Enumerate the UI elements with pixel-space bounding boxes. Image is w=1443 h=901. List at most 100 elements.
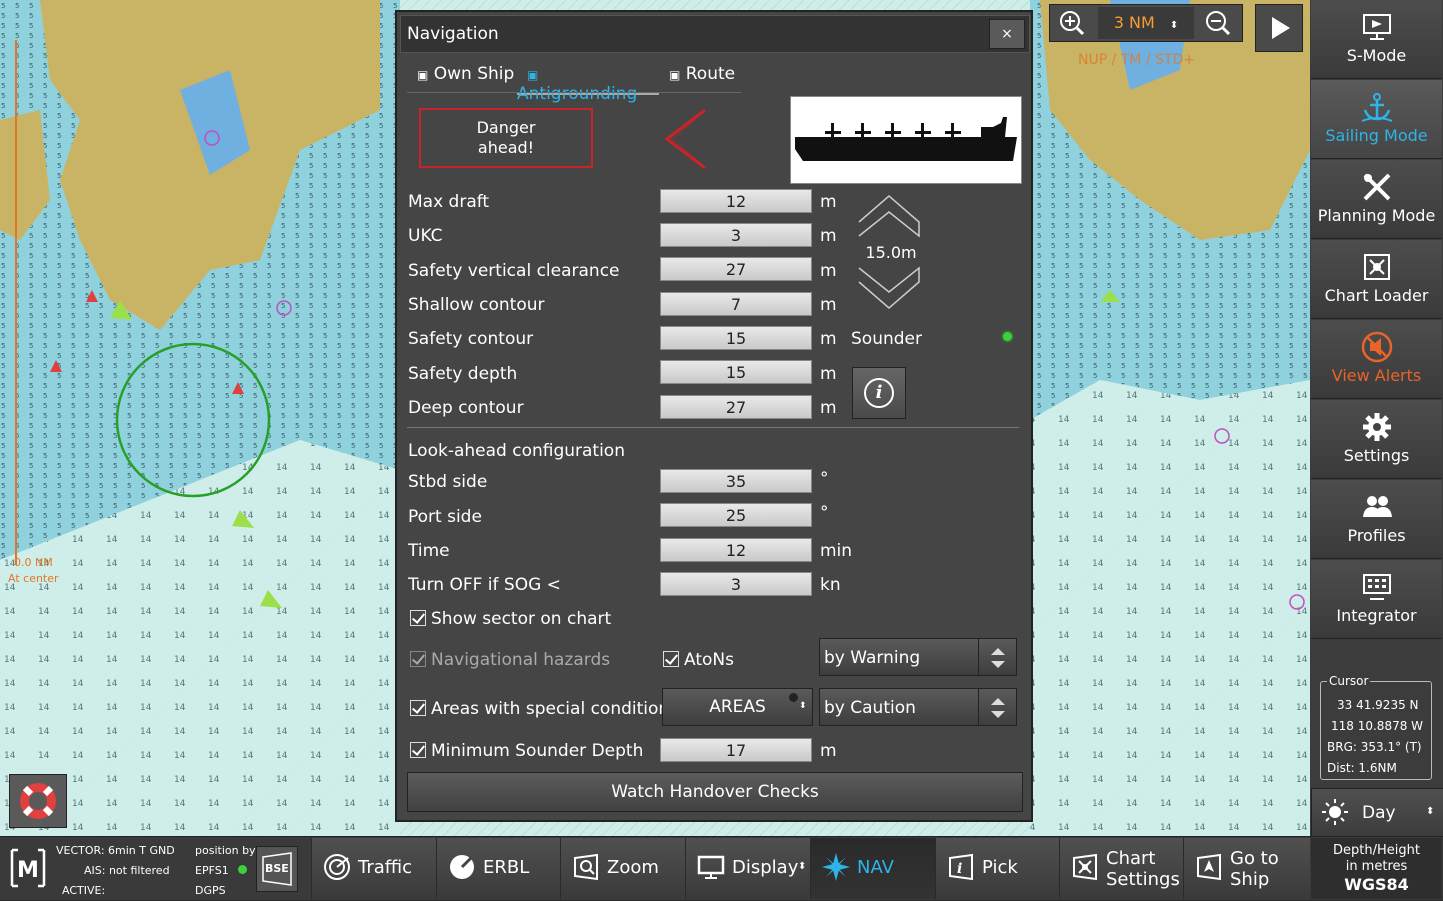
max-draft-label: Max draft: [408, 192, 490, 212]
range-value: 3 NM: [1113, 13, 1155, 32]
danger-chevron-icon: [664, 108, 706, 170]
s-mode-label: S-Mode: [1346, 46, 1407, 65]
bse-button[interactable]: BSE: [256, 846, 298, 892]
time-field[interactable]: 12: [660, 538, 812, 562]
sailing-mode-button[interactable]: Sailing Mode: [1311, 80, 1442, 159]
settings-button[interactable]: Settings: [1311, 400, 1442, 479]
ukc-field[interactable]: 3: [660, 223, 812, 247]
chart-loader-button[interactable]: Chart Loader: [1311, 240, 1442, 319]
zoom-in-button[interactable]: [1050, 5, 1096, 41]
min-sounder-unit: m: [820, 741, 837, 761]
planning-mode-label: Planning Mode: [1317, 206, 1436, 225]
depth-height-label: Depth/Height: [1333, 843, 1420, 858]
traffic-button[interactable]: Traffic: [311, 838, 436, 899]
depth-up-arrow-icon[interactable]: [855, 192, 923, 240]
depth-units-panel: Depth/Height in metres WGS84: [1311, 838, 1442, 899]
warning-level-select[interactable]: by Warning: [819, 638, 1017, 676]
erbl-label: ERBL: [483, 857, 530, 878]
vector-status: VECTOR: 6min T GND: [56, 844, 175, 857]
profiles-button[interactable]: Profiles: [1311, 480, 1442, 559]
safety-depth-field[interactable]: 15: [660, 360, 812, 384]
port-side-field[interactable]: 25: [660, 503, 812, 527]
nav-button[interactable]: NAV: [810, 838, 935, 899]
deep-contour-unit: m: [820, 398, 837, 418]
min-sounder-label: Minimum Sounder Depth: [431, 741, 644, 761]
danger-ahead-indicator: Danger ahead!: [419, 108, 593, 168]
at-center-label: At center: [8, 572, 59, 585]
man-overboard-button[interactable]: [9, 774, 67, 828]
depth-down-arrow-icon[interactable]: [855, 264, 923, 312]
stbd-side-field[interactable]: 35: [660, 469, 812, 493]
ukc-label: UKC: [408, 226, 443, 246]
show-sector-label: Show sector on chart: [431, 609, 612, 629]
dialog-titlebar: Navigation ×: [400, 15, 1030, 53]
chart-settings-icon: [1073, 853, 1097, 881]
tab-route-label: Route: [685, 64, 736, 84]
position-block: position by EPFS1 DGPS: [195, 841, 256, 901]
tab-own-ship[interactable]: ▣ Own Ship: [417, 64, 514, 92]
areas-button[interactable]: AREAS ⬍: [662, 688, 813, 726]
caution-level-select[interactable]: by Caution: [819, 688, 1017, 726]
ship-silhouette-icon: [795, 117, 1017, 161]
integrator-icon: [1362, 574, 1391, 600]
nav-label: NAV: [857, 857, 894, 878]
atons-checkbox[interactable]: [663, 651, 679, 667]
day-mode-select[interactable]: Day ⬍: [1311, 788, 1443, 837]
safety-contour-field[interactable]: 15: [660, 326, 812, 350]
integrator-button[interactable]: Integrator: [1311, 560, 1442, 639]
safety-vertical-clearance-field[interactable]: 27: [660, 257, 812, 281]
planning-mode-button[interactable]: Planning Mode: [1311, 160, 1442, 239]
min-sounder-checkbox[interactable]: [410, 742, 426, 758]
shallow-contour-field[interactable]: 7: [660, 292, 812, 316]
section-divider: [407, 427, 1019, 428]
cursor-info-panel: Cursor 33 41.9235 N 118 10.8878 W BRG: 3…: [1320, 674, 1432, 780]
expand-panel-button[interactable]: [1255, 4, 1303, 52]
settings-label: Settings: [1343, 446, 1410, 465]
position-by-label: position by: [195, 844, 256, 857]
erbl-button[interactable]: ERBL: [436, 838, 560, 899]
min-sounder-field[interactable]: 17: [660, 738, 812, 762]
pick-button[interactable]: i Pick: [935, 838, 1059, 899]
view-alerts-button[interactable]: View Alerts: [1311, 320, 1442, 399]
chart-settings-button[interactable]: Chart Settings: [1059, 838, 1183, 899]
monitor-icon: ▣: [417, 68, 429, 82]
planning-icon: [1363, 173, 1390, 201]
zoom-button[interactable]: Zoom: [560, 838, 685, 899]
pick-label: Pick: [982, 857, 1018, 878]
atons-label: AtoNs: [684, 650, 734, 670]
tab-antigrounding[interactable]: ▣ Antigrounding: [517, 64, 659, 104]
menu-logo-button[interactable]: M: [8, 844, 48, 892]
sounder-depth-value: 15.0m: [865, 243, 917, 262]
play-arrow-icon: [1272, 17, 1290, 39]
show-sector-checkbox[interactable]: [410, 610, 426, 626]
chart-mode-text: NUP / TM / STD+: [1078, 52, 1195, 68]
ship-profile: [790, 96, 1022, 184]
nav-hazards-label: Navigational hazards: [431, 650, 611, 670]
range-select[interactable]: 3 NM ⬍: [1098, 7, 1194, 39]
zoom-label: Zoom: [607, 857, 659, 878]
close-button[interactable]: ×: [989, 19, 1025, 49]
pick-icon: i: [949, 853, 973, 881]
warning-level-value: by Warning: [824, 648, 921, 668]
info-button[interactable]: i: [852, 367, 906, 419]
traffic-icon: [324, 854, 350, 880]
turn-off-sog-field[interactable]: 3: [660, 572, 812, 596]
epfs-label: EPFS1: [195, 864, 229, 877]
spinner-icon: ⬍: [798, 861, 807, 872]
areas-special-checkbox[interactable]: [410, 700, 426, 716]
watch-handover-label: Watch Handover Checks: [611, 782, 819, 802]
s-mode-button[interactable]: S-Mode: [1311, 0, 1442, 79]
nav-hazards-checkbox[interactable]: [410, 651, 426, 667]
info-icon: i: [864, 378, 894, 408]
max-draft-field[interactable]: 12: [660, 189, 812, 213]
zoom-control: 3 NM ⬍: [1049, 4, 1243, 42]
display-button[interactable]: Display ⬍: [685, 838, 810, 899]
go-to-ship-button[interactable]: Go to Ship: [1183, 838, 1310, 899]
deep-contour-field[interactable]: 27: [660, 395, 812, 419]
watch-handover-button[interactable]: Watch Handover Checks: [407, 772, 1023, 812]
zoom-out-button[interactable]: [1196, 5, 1242, 41]
m-logo-icon: M: [10, 848, 46, 888]
lookahead-heading: Look-ahead configuration: [408, 441, 625, 461]
view-alerts-label: View Alerts: [1331, 366, 1422, 385]
tab-route[interactable]: ▣ Route: [669, 64, 735, 92]
